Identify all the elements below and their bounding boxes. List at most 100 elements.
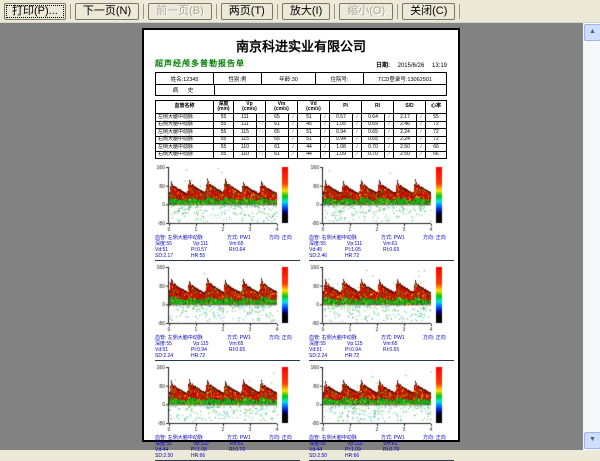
cell-sdf: / — [417, 122, 426, 129]
caption-values: 深度:55Vp:110Vm:61Vd:44PI:1.09RI:0.70SD:2.… — [309, 441, 454, 459]
panel-caption: 血管: 左侧大脑中动脉方式: PW1方向: 正向深度:55Vp:111Vm:65… — [155, 235, 300, 259]
panel-caption: 血管: 右侧大脑中动脉方式: PW1方向: 正向深度:55Vp:111Vm:61… — [309, 235, 454, 259]
cell-depth: 55 — [214, 122, 234, 129]
cell-pif: / — [353, 122, 362, 129]
report-title: 超声经颅多普勒报告单 — [155, 58, 245, 69]
cell-hr: 55 — [426, 114, 446, 121]
history-row: 病 史 — [155, 85, 447, 96]
caption-sd: SD:2.46 — [309, 253, 345, 259]
cell-vmf: / — [289, 129, 298, 136]
cell-vmf: / — [289, 137, 298, 144]
cell-depth: 55 — [214, 152, 234, 159]
caption-direction: 方向: 正向 — [269, 235, 300, 241]
report-datetime: 日期: 2015/6/26 13:19 — [376, 60, 447, 69]
column-header: Vd(cm/s) — [298, 101, 330, 113]
vertical-scrollbar[interactable]: ▲ ▼ — [583, 23, 600, 450]
doppler-spectrogram — [155, 364, 291, 434]
cell-pif: / — [353, 129, 362, 136]
patient-info-row: 姓名:12345性别:男年龄:30住院号:TCD登录号:13062501 — [155, 72, 447, 85]
cell-vdf: / — [321, 137, 330, 144]
doppler-spectrogram — [155, 264, 291, 334]
doppler-panel: 血管: 右侧大脑中动脉方式: PW1方向: 正向深度:55Vp:111Vm:61… — [309, 164, 454, 261]
toolbar-separator — [143, 4, 144, 19]
cell-sd: 2.46 — [394, 122, 417, 129]
column-header: 深度(mm) — [214, 101, 234, 113]
cell-ri: 0.70 — [362, 144, 385, 151]
toolbar-separator — [397, 4, 398, 19]
cell-vp: 115 — [234, 129, 257, 136]
caption-ri: RI:0.65 — [229, 347, 265, 353]
cell-vmf: / — [289, 144, 298, 151]
caption-direction: 方向: 正向 — [423, 235, 454, 241]
caption-sd: SD:2.50 — [309, 453, 345, 459]
cell-pi: 1.05 — [330, 122, 353, 129]
column-header: RI — [362, 101, 394, 113]
cell-ri: 0.65 — [362, 129, 385, 136]
scroll-up-icon[interactable]: ▲ — [584, 24, 600, 41]
caption-hr: HR:55 — [191, 253, 227, 259]
report-subheader: 超声经颅多普勒报告单 日期: 2015/6/26 13:19 — [155, 58, 447, 69]
close-button[interactable]: 关闭(C) — [402, 3, 455, 20]
cell-pi: 0.94 — [330, 129, 353, 136]
caption-ri: RI:0.69 — [383, 247, 419, 253]
doppler-panel: 血管: 左侧大脑中动脉方式: PW1方向: 正向深度:55Vp:110Vm:61… — [155, 364, 300, 461]
cell-vpf: ↑↑ — [257, 122, 266, 129]
patient-field-3: 住院号: — [316, 73, 364, 84]
caption-ri: RI:0.70 — [229, 447, 265, 453]
cell-hr: 72 — [426, 122, 446, 129]
print-preview-window: 打印(P)...下一页(N)前一页(B)两页(T)放大(I)缩小(O)关闭(C)… — [0, 0, 600, 450]
two-page-button[interactable]: 两页(T) — [221, 3, 273, 20]
report-page[interactable]: 南京科进实业有限公司 超声经颅多普勒报告单 日期: 2015/6/26 13:1… — [142, 28, 460, 442]
cell-vd: 44 — [298, 152, 321, 159]
doppler-spectrogram — [309, 164, 445, 234]
cell-rif: / — [385, 114, 394, 121]
cell-vdf: / — [321, 144, 330, 151]
column-header: S/D — [394, 101, 426, 113]
toolbar: 打印(P)...下一页(N)前一页(B)两页(T)放大(I)缩小(O)关闭(C) — [0, 0, 600, 23]
cell-ri: 0.70 — [362, 152, 385, 159]
caption-values: 深度:55Vp:110Vm:61Vd:44PI:1.08RI:0.70SD:2.… — [155, 441, 300, 459]
print-button[interactable]: 打印(P)... — [4, 3, 66, 20]
caption-values: 深度:55Vp:111Vm:65Vd:51PI:0.57RI:0.64SD:2.… — [155, 241, 300, 259]
zoom-in-button[interactable]: 放大(I) — [282, 3, 330, 20]
caption-hr: HR:72 — [191, 353, 227, 359]
cell-vessel: 右侧大脑中动脉 — [156, 122, 214, 129]
cell-vdf: / — [321, 114, 330, 121]
cell-pi: 0.94 — [330, 137, 353, 144]
doppler-spectrogram — [309, 264, 445, 334]
cell-vp: 111 — [234, 114, 257, 121]
cell-depth: 55 — [214, 137, 234, 144]
caption-direction: 方向: 正向 — [269, 335, 300, 341]
caption-hr: HR:66 — [191, 453, 227, 459]
column-header: 血管名称 — [156, 101, 214, 113]
column-header: Vm(cm/s) — [266, 101, 298, 113]
date-label: 日期: — [376, 63, 390, 69]
doppler-panel: 血管: 左侧大脑中动脉方式: PW1方向: 正向深度:55Vp:115Vm:65… — [155, 264, 300, 361]
spectrogram-grid: 血管: 左侧大脑中动脉方式: PW1方向: 正向深度:55Vp:111Vm:65… — [155, 164, 447, 461]
column-header: Vp(cm/s) — [234, 101, 266, 113]
table-row: 右侧大脑中动脉55115↑↑65/51/0.94/0.65/2.24/72 — [156, 137, 446, 145]
history-label: 病 史 — [156, 85, 215, 95]
cell-vp: 111 — [234, 122, 257, 129]
toolbar-separator — [70, 4, 71, 19]
cell-rif: / — [385, 152, 394, 159]
next-page-button[interactable]: 下一页(N) — [75, 3, 139, 20]
cell-vd: 51 — [298, 129, 321, 136]
cell-vdf: / — [321, 129, 330, 136]
cell-vd: 45 — [298, 122, 321, 129]
cell-hr: 72 — [426, 137, 446, 144]
doppler-spectrogram — [155, 164, 291, 234]
cell-vpf: ↑↑ — [257, 114, 266, 121]
scroll-down-icon[interactable]: ▼ — [584, 432, 600, 449]
cell-pi: 1.09 — [330, 152, 353, 159]
panel-caption: 血管: 右侧大脑中动脉方式: PW1方向: 正向深度:55Vp:115Vm:65… — [309, 335, 454, 359]
cell-hr: 66 — [426, 144, 446, 151]
cell-vpf: ↑↑ — [257, 129, 266, 136]
cell-vm: 61 — [266, 122, 289, 129]
caption-direction: 方向: 正向 — [269, 435, 300, 441]
cell-rif: / — [385, 129, 394, 136]
caption-values: 深度:55Vp:111Vm:61Vd:45PI:1.05RI:0.69SD:2.… — [309, 241, 454, 259]
cell-pif: / — [353, 114, 362, 121]
caption-values: 深度:55Vp:115Vm:65Vd:51PI:0.94RI:0.65SD:2.… — [309, 341, 454, 359]
caption-sd: SD:2.24 — [309, 353, 345, 359]
